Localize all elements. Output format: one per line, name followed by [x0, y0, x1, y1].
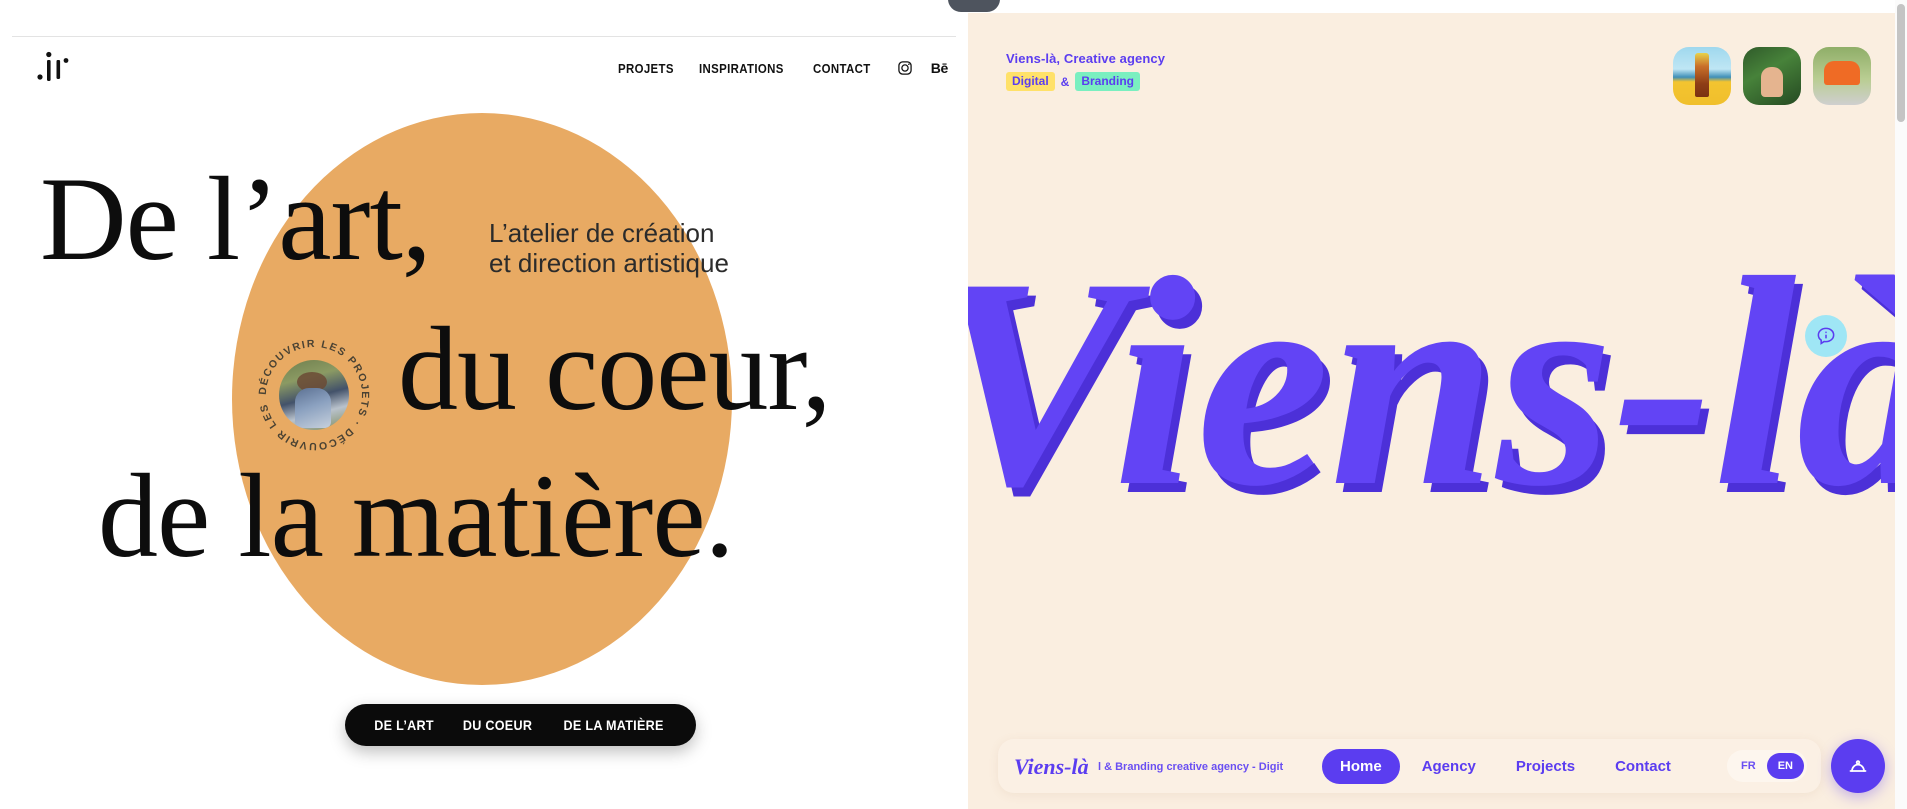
nav-link-projects[interactable]: Projects	[1498, 749, 1593, 784]
project-thumbnails	[1673, 47, 1871, 105]
info-chat-bubble-button[interactable]	[1805, 315, 1847, 357]
hero-line-1: De l’art,	[40, 152, 432, 285]
hero-line-2: du coeur,	[398, 302, 832, 435]
pill-word-3: DE LA MATIÈRE	[563, 717, 664, 733]
rum-bottle-beach-thumbnail[interactable]	[1673, 47, 1731, 105]
tag-branding: Branding	[1075, 72, 1141, 91]
language-toggle[interactable]: FR EN	[1727, 750, 1807, 782]
hero-line-3: de la matière.	[98, 449, 735, 582]
agency-tagline-main: Viens-là, Creative agency	[1006, 51, 1166, 66]
bell-cloche-icon	[1849, 760, 1867, 772]
hero-headline: De l’art, du coeur, de la matière.	[0, 0, 968, 809]
page-scrollbar-thumb[interactable]	[1897, 4, 1905, 122]
lang-option-fr[interactable]: FR	[1730, 753, 1767, 779]
wordmark-main: Viens-là	[968, 216, 1907, 548]
agency-tagline-tags: Digital & Branding	[1006, 72, 1165, 91]
tag-ampersand: &	[1060, 74, 1070, 89]
nav-link-contact[interactable]: Contact	[1597, 749, 1689, 784]
hero-subtitle: L’atelier de création et direction artis…	[489, 218, 729, 279]
nav-link-agency[interactable]: Agency	[1404, 749, 1494, 784]
agency-tagline: Viens-là, Creative agency Digital & Bran…	[1006, 51, 1165, 91]
bottom-marquee-text: l & Branding creative agency - Digit	[1098, 757, 1316, 775]
floating-action-button[interactable]	[1831, 739, 1885, 793]
bottom-navigation-bar: Viens-là l & Branding creative agency - …	[998, 739, 1821, 793]
pill-word-2: DU COEUR	[463, 717, 533, 733]
screenshot-stage: PROJETS INSPIRATIONS CONTACT Bē De l’art…	[0, 0, 1907, 809]
bottom-nav-links: Home Agency Projects Contact	[1322, 748, 1689, 784]
marquee-label: l & Branding creative agency - Digit	[1098, 761, 1284, 773]
hand-holding-leaf-thumbnail[interactable]	[1743, 47, 1801, 105]
nav-link-home[interactable]: Home	[1322, 748, 1400, 784]
right-website-panel: Viens-là, Creative agency Digital & Bran…	[968, 13, 1907, 809]
viens-la-wordmark: Viens-là Viens-là	[968, 183, 1907, 603]
brand-logo-text: Viens-là	[1014, 754, 1088, 779]
info-chat-icon	[1817, 327, 1835, 345]
tag-digital: Digital	[1006, 72, 1055, 91]
page-scrollbar-track[interactable]	[1895, 0, 1907, 809]
viens-la-brand-logo[interactable]: Viens-là	[1014, 752, 1089, 780]
discover-projects-badge[interactable]: DÉCOUVRIR LES PROJETS · DÉCOUVRIR LES PR…	[252, 333, 376, 457]
cursor-tooltip-chip	[948, 0, 1000, 12]
badge-photo	[279, 360, 349, 430]
lang-option-en[interactable]: EN	[1766, 753, 1804, 779]
pill-word-1: DE L’ART	[374, 717, 434, 733]
hero-marquee-pill[interactable]: DE L’ART DU COEUR DE LA MATIÈRE	[345, 704, 696, 746]
orange-bbq-grill-thumbnail[interactable]	[1813, 47, 1871, 105]
left-website-panel: PROJETS INSPIRATIONS CONTACT Bē De l’art…	[0, 0, 968, 809]
